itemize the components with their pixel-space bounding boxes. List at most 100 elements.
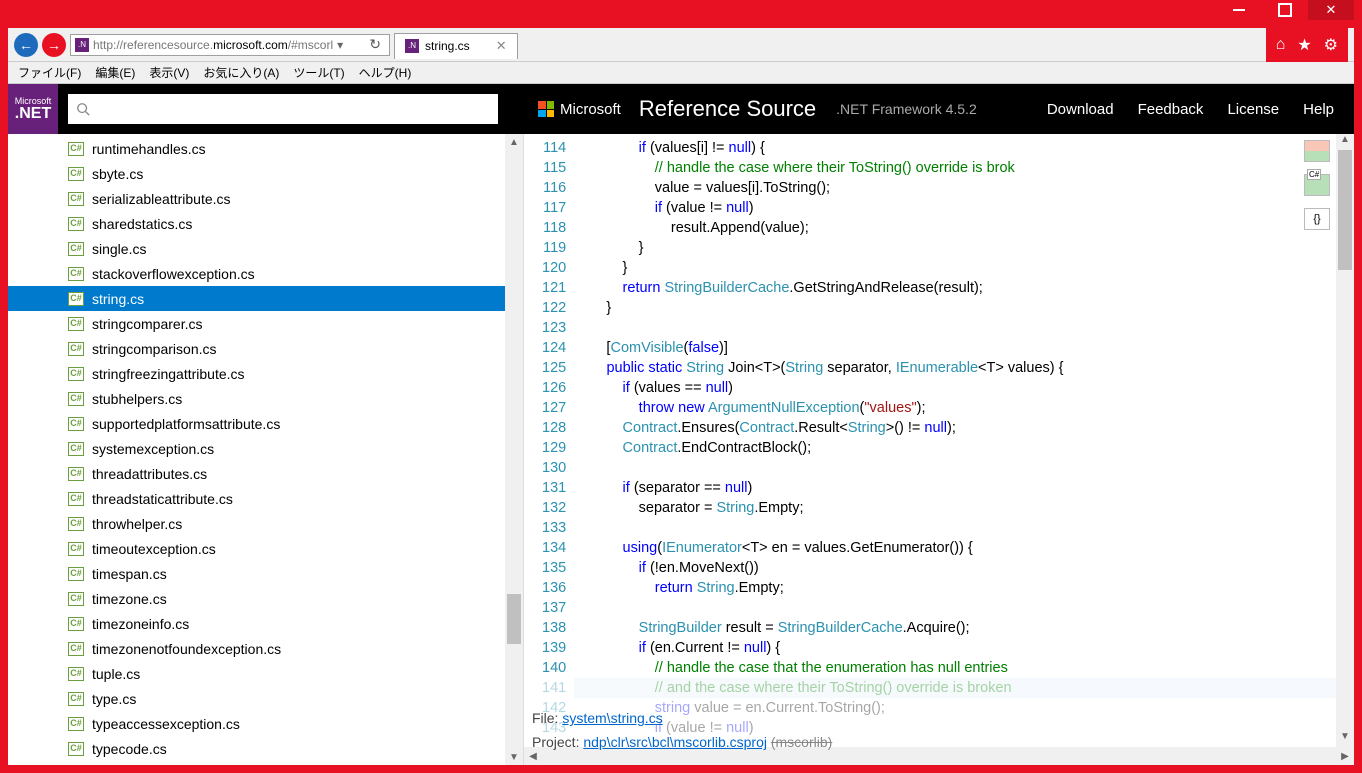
framework-version[interactable]: .NET Framework 4.5.2	[836, 101, 977, 117]
line-number[interactable]: 138	[542, 618, 566, 638]
file-tree-item[interactable]: C#sharedstatics.cs	[8, 211, 505, 236]
line-number[interactable]: 130	[542, 458, 566, 478]
line-number[interactable]: 114	[542, 138, 566, 158]
file-tree-item[interactable]: C#supportedplatformsattribute.cs	[8, 411, 505, 436]
window-maximize-button[interactable]	[1262, 0, 1308, 20]
menu-favorites[interactable]: お気に入り(A)	[203, 64, 279, 81]
dotnet-logo[interactable]: Microsoft .NET	[8, 84, 58, 134]
file-tree-item[interactable]: C# stringcomparer.cs	[8, 311, 505, 336]
file-path-link[interactable]: system\string.cs	[562, 710, 662, 726]
csharp-file-icon[interactable]	[1304, 174, 1330, 196]
file-tree-item[interactable]: C#throwhelper.cs	[8, 511, 505, 536]
line-number[interactable]: 124	[542, 338, 566, 358]
scroll-left-icon[interactable]: ◀	[524, 751, 542, 762]
line-number[interactable]: 141	[542, 678, 566, 698]
nav-help[interactable]: Help	[1303, 101, 1334, 118]
line-number[interactable]: 133	[542, 518, 566, 538]
window-minimize-button[interactable]	[1216, 0, 1262, 20]
menu-view[interactable]: 表示(V)	[149, 64, 189, 81]
nav-download[interactable]: Download	[1047, 101, 1114, 118]
tools-icon[interactable]: ⚙	[1324, 35, 1338, 55]
line-number[interactable]: 126	[542, 378, 566, 398]
file-tree-item[interactable]: C#stackoverflowexception.cs	[8, 261, 505, 286]
line-number[interactable]: 140	[542, 658, 566, 678]
file-tree-item[interactable]: C#string.cs	[8, 286, 505, 311]
file-tree-item[interactable]: C#stringcomparison.cs	[8, 336, 505, 361]
file-tree-item[interactable]: C#serializableattribute.cs	[8, 186, 505, 211]
line-number[interactable]: 125	[542, 358, 566, 378]
line-number[interactable]: 131	[542, 478, 566, 498]
diff-view-icon[interactable]	[1304, 140, 1330, 162]
file-tree-item[interactable]: C#runtimehandles.cs	[8, 136, 505, 161]
file-tree-item[interactable]: C#sbyte.cs	[8, 161, 505, 186]
menu-file[interactable]: ファイル(F)	[18, 64, 81, 81]
line-number[interactable]: 134	[542, 538, 566, 558]
line-number[interactable]: 139	[542, 638, 566, 658]
tab-favicon-icon: .N	[405, 39, 419, 53]
line-number[interactable]: 118	[542, 218, 566, 238]
file-tree-item[interactable]: C#timezoneinfo.cs	[8, 611, 505, 636]
nav-feedback[interactable]: Feedback	[1138, 101, 1204, 118]
file-tree-item[interactable]: C#typeaccessexception.cs	[8, 711, 505, 736]
line-number[interactable]: 117	[542, 198, 566, 218]
menu-tools[interactable]: ツール(T)	[293, 64, 344, 81]
back-button[interactable]: ←	[14, 33, 38, 57]
scroll-up-icon[interactable]: ▲	[1336, 134, 1354, 150]
refresh-button[interactable]: ↻	[365, 36, 385, 53]
browser-tab[interactable]: .N string.cs ✕	[394, 33, 518, 59]
tab-close-button[interactable]: ✕	[496, 38, 507, 54]
scroll-down-icon[interactable]: ▼	[505, 749, 523, 765]
home-icon[interactable]: ⌂	[1276, 36, 1286, 54]
file-tree-item[interactable]: C#stubhelpers.cs	[8, 386, 505, 411]
menu-edit[interactable]: 編集(E)	[95, 64, 135, 81]
file-tree-item[interactable]: C#threadattributes.cs	[8, 461, 505, 486]
csharp-icon: C#	[68, 317, 84, 331]
line-number[interactable]: 123	[542, 318, 566, 338]
line-number[interactable]: 121	[542, 278, 566, 298]
file-tree-item[interactable]: C#stringfreezingattribute.cs	[8, 361, 505, 386]
line-number[interactable]: 115	[542, 158, 566, 178]
file-tree-item[interactable]: C#timespan.cs	[8, 561, 505, 586]
file-tree-item[interactable]: C#single.cs	[8, 236, 505, 261]
window-close-button[interactable]	[1308, 0, 1354, 20]
search-input[interactable]	[96, 102, 490, 117]
tree-scrollbar[interactable]: ▲ ▼	[505, 134, 523, 765]
line-number[interactable]: 135	[542, 558, 566, 578]
code-vertical-scrollbar[interactable]: ▲ ▼	[1336, 134, 1354, 747]
file-tree[interactable]: C#runtimehandles.csC#sbyte.csC#serializa…	[8, 134, 505, 765]
file-tree-item[interactable]: C#tuple.cs	[8, 661, 505, 686]
code-view[interactable]: if (values[i] != null) { // handle the c…	[574, 134, 1336, 747]
menu-help[interactable]: ヘルプ(H)	[359, 64, 412, 81]
line-number[interactable]: 132	[542, 498, 566, 518]
braces-icon[interactable]	[1304, 208, 1330, 230]
forward-button[interactable]: →	[42, 33, 66, 57]
address-bar[interactable]: .N http://referencesource.microsoft.com/…	[70, 34, 390, 56]
line-number[interactable]: 128	[542, 418, 566, 438]
line-number[interactable]: 116	[542, 178, 566, 198]
favorites-icon[interactable]: ★	[1297, 35, 1311, 55]
file-tree-item[interactable]: C#systemexception.cs	[8, 436, 505, 461]
nav-license[interactable]: License	[1227, 101, 1279, 118]
file-tree-item[interactable]: C#timeoutexception.cs	[8, 536, 505, 561]
line-number[interactable]: 136	[542, 578, 566, 598]
dropdown-icon[interactable]: ▾	[337, 38, 343, 52]
line-number[interactable]: 122	[542, 298, 566, 318]
line-number[interactable]: 137	[542, 598, 566, 618]
search-box[interactable]	[68, 94, 498, 124]
file-tree-item-label: stringcomparer.cs	[92, 316, 202, 332]
file-tree-item[interactable]: C#typecode.cs	[8, 736, 505, 761]
scroll-thumb[interactable]	[1338, 150, 1352, 270]
file-tree-item[interactable]: C#threadstaticattribute.cs	[8, 486, 505, 511]
file-tree-item[interactable]: C#type.cs	[8, 686, 505, 711]
line-number[interactable]: 127	[542, 398, 566, 418]
line-number[interactable]: 119	[542, 238, 566, 258]
project-path-link[interactable]: ndp\clr\src\bcl\mscorlib.csproj	[583, 734, 767, 750]
line-number[interactable]: 120	[542, 258, 566, 278]
scroll-up-icon[interactable]: ▲	[505, 134, 523, 150]
scroll-down-icon[interactable]: ▼	[1336, 731, 1354, 747]
line-number[interactable]: 129	[542, 438, 566, 458]
file-tree-item[interactable]: C#timezonenotfoundexception.cs	[8, 636, 505, 661]
file-tree-item[interactable]: C#timezone.cs	[8, 586, 505, 611]
scroll-right-icon[interactable]: ▶	[1336, 751, 1354, 762]
scroll-thumb[interactable]	[507, 594, 521, 644]
